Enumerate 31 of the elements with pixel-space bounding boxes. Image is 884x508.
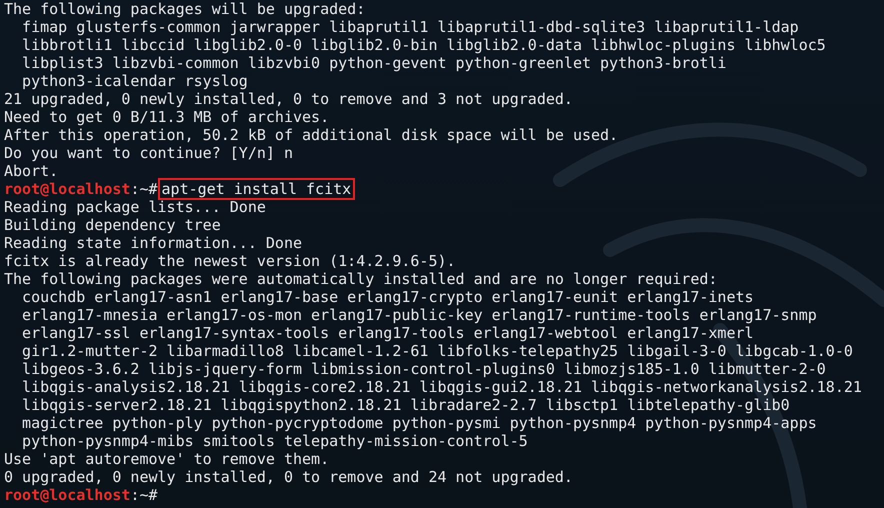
output-line: The following packages were automatically installed and are no longer required: [4, 270, 718, 288]
output-line: libgeos-3.6.2 libjs-jquery-form libmission-control-plugins0 libmozjs185-1.0 libmutter-2-0 [21, 360, 826, 378]
output-line: Use 'apt autoremove' to remove them. [4, 450, 330, 468]
output-line: Reading package lists... Done [4, 198, 266, 216]
output-line: magictree python-ply python-pycryptodome python-pysmi python-pysnmp4 python-pysnmp4-apps [21, 414, 817, 432]
output-line: erlang17-mnesia erlang17-os-mon erlang17-public-key erlang17-runtime-tools erlang17-snmp [21, 306, 817, 324]
output-line: Reading state information... Done [4, 234, 302, 252]
output-line: libqgis-server2.18.21 libqgispython2.18.21 libradare2-2.7 libsctp1 libtelepathy-glib0 [21, 396, 790, 414]
prompt-user: root@localhost [4, 486, 130, 504]
output-line: fcitx is already the newest version (1:4.2.9.6-5). [4, 252, 456, 270]
prompt-user: root@localhost [4, 180, 130, 198]
output-line: Abort. [4, 162, 58, 180]
output-line: python3-icalendar rsyslog [21, 72, 248, 90]
output-line: python-pysnmp4-mibs smitools telepathy-mission-control-5 [21, 432, 528, 450]
output-line: 0 upgraded, 0 newly installed, 0 to remove and 24 not upgraded. [4, 468, 573, 486]
output-line: After this operation, 50.2 kB of additional disk space will be used. [4, 126, 618, 144]
prompt-path: :~# [130, 486, 158, 504]
output-line: fimap glusterfs-common jarwrapper libaprutil1 libaprutil1-dbd-sqlite3 libaprutil1-ldap [21, 18, 799, 36]
output-line: erlang17-ssl erlang17-syntax-tools erlang17-tools erlang17-webtool erlang17-xmerl [21, 324, 754, 342]
output-line: libplist3 libzvbi-common libzvbi0 python-gevent python-greenlet python3-brotli [21, 54, 726, 72]
output-line: gir1.2-mutter-2 libarmadillo8 libcamel-1.2-61 libfolks-telepathy25 libgail-3-0 libgcab-1.0-0 [21, 342, 853, 360]
output-line: libbrotli1 libccid libglib2.0-0 libglib2.0-bin libglib2.0-data libhwloc-plugins libhwloc5 [21, 36, 826, 54]
output-line: libqgis-analysis2.18.21 libqgis-core2.18.21 libqgis-gui2.18.21 libqgis-networkanalysis2.18.21 [21, 378, 862, 396]
output-line: Need to get 0 B/11.3 MB of archives. [4, 108, 330, 126]
output-line: 21 upgraded, 0 newly installed, 0 to remove and 3 not upgraded. [4, 90, 573, 108]
command-text: apt-get install fcitx [160, 180, 354, 198]
output-line: couchdb erlang17-asn1 erlang17-base erlang17-crypto erlang17-eunit erlang17-inets [21, 288, 754, 306]
output-line: The following packages will be upgraded: [4, 0, 366, 18]
output-line: Building dependency tree [4, 216, 221, 234]
prompt-path: :~# [130, 180, 158, 198]
output-line: Do you want to continue? [Y/n] n [4, 144, 293, 162]
